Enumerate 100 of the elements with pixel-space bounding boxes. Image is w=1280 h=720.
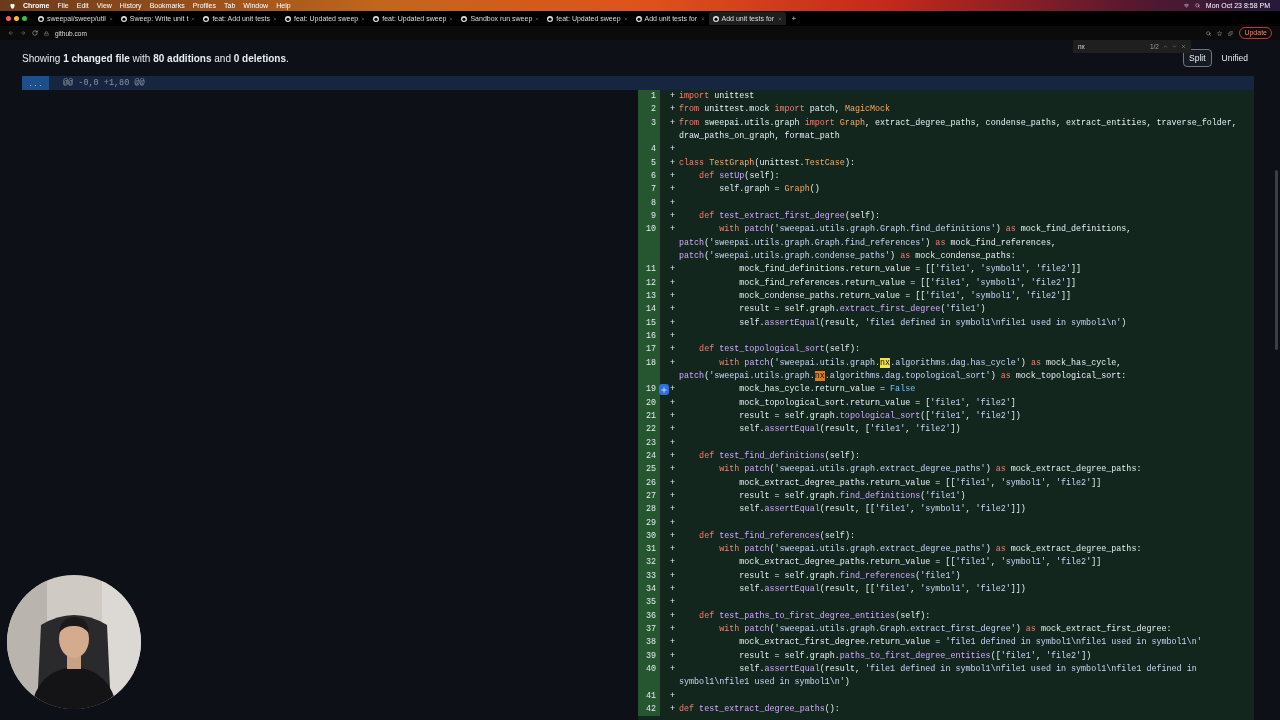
- line-number: 35: [638, 596, 660, 610]
- line-number: 37: [638, 623, 660, 637]
- diff-sign: +: [670, 516, 676, 530]
- diff-sign: +: [670, 476, 676, 490]
- close-icon[interactable]: [535, 16, 540, 21]
- close-icon[interactable]: [108, 16, 113, 21]
- line-number: 10: [638, 223, 660, 264]
- code-line: def test_find_references(self):: [698, 529, 856, 543]
- diff-sign: +: [670, 329, 676, 343]
- wifi-icon[interactable]: [1183, 3, 1189, 8]
- close-control[interactable]: [6, 16, 11, 21]
- diff-sign: +: [670, 569, 676, 583]
- diff-sign: +: [670, 156, 676, 170]
- close-icon[interactable]: [623, 16, 628, 21]
- github-icon: [712, 15, 719, 22]
- view-toggle[interactable]: Unified: [1215, 49, 1254, 67]
- code-line: mock_find_definitions.return_value = [['file1', 'symbol1', 'file2']]: [738, 263, 1083, 277]
- code-line: result = self.graph.find_definitions('file1'): [738, 489, 967, 503]
- back-icon[interactable]: [8, 30, 14, 36]
- diff-sign: +: [670, 596, 676, 610]
- apple-icon[interactable]: [10, 2, 15, 9]
- line-number: 19: [638, 383, 660, 397]
- forward-icon[interactable]: [20, 30, 26, 36]
- code-line: mock_has_cycle.return_value = False: [738, 383, 917, 397]
- code-line: def test_extract_degree_paths():: [679, 703, 841, 717]
- diff-sign: +: [670, 409, 676, 423]
- chevron-down-icon[interactable]: [1172, 44, 1177, 49]
- close-icon[interactable]: [449, 16, 454, 21]
- star-icon[interactable]: [1217, 30, 1223, 36]
- diff-sign: +: [670, 543, 676, 557]
- code-line: self.assertEqual(result, ['file1', 'file2']): [738, 423, 962, 437]
- scrollbar-thumb[interactable]: [1275, 170, 1278, 350]
- hunk-header: @@ -0,0 +1,80 @@: [63, 78, 145, 88]
- chevron-up-icon[interactable]: [1163, 44, 1168, 49]
- puzzle-icon[interactable]: [1228, 30, 1234, 36]
- line-number: 31: [638, 543, 660, 557]
- code-line: mock_find_references.return_value = [['file1', 'symbol1', 'file2']]: [738, 276, 1078, 290]
- diff-sign: +: [670, 209, 676, 223]
- diff-sign: +: [670, 263, 676, 277]
- diff-sign: +: [670, 503, 676, 517]
- close-icon[interactable]: [361, 16, 366, 21]
- code-line: mock_extract_degree_paths.return_value = [['file1', 'symbol1', 'file2']]: [738, 476, 1103, 490]
- code-line: from unittest.mock import patch, MagicMock: [679, 103, 892, 117]
- code-line: def test_find_definitions(self):: [698, 449, 861, 463]
- close-icon[interactable]: [1181, 44, 1186, 49]
- code-line: def test_paths_to_first_degree_entities(self):: [698, 609, 932, 623]
- expand-button[interactable]: ...: [22, 76, 49, 90]
- line-number: 4: [638, 143, 660, 157]
- line-number: 14: [638, 303, 660, 317]
- diff-sign: +: [670, 196, 676, 210]
- code-line: import unittest: [679, 90, 756, 103]
- diff-sign: +: [670, 609, 676, 623]
- diff-sign: +: [670, 663, 676, 677]
- code-line: mock_extract_degree_paths.return_value = [['file1', 'symbol1', 'file2']]: [738, 556, 1103, 570]
- code-line: self.assertEqual(result, [['file1', 'symbol1', 'file2']]): [738, 583, 1027, 597]
- code-line: with patch('sweepai.utils.graph.Graph.find_definitions') as mock_find_definitions, patch('sweepai.utils.graph.Graph.find_references') as mock_find_references, patch('sweepai.utils.graph.condense_paths') as mock_condense_paths:: [679, 223, 1133, 263]
- close-icon[interactable]: [700, 16, 705, 21]
- search-icon[interactable]: [1206, 30, 1212, 36]
- close-icon[interactable]: [777, 16, 782, 21]
- close-icon[interactable]: [191, 16, 196, 21]
- line-number: 11: [638, 263, 660, 277]
- line-number: 40: [638, 663, 660, 690]
- line-number: 28: [638, 503, 660, 517]
- diff-sign: +: [670, 183, 676, 197]
- github-icon: [38, 15, 44, 22]
- diff-sign: +: [670, 143, 676, 157]
- line-number: 7: [638, 183, 660, 197]
- add-comment-button[interactable]: [659, 384, 669, 396]
- diff-sign: +: [670, 436, 676, 450]
- line-number: 42: [638, 703, 660, 717]
- code-line: class TestGraph(unittest.TestCase):: [679, 156, 856, 170]
- code-line: result = self.graph.topological_sort(['file1', 'file2']): [738, 409, 1022, 423]
- diff-sign: +: [670, 689, 676, 703]
- code-line: result = self.graph.extract_first_degree('file1'): [738, 303, 987, 317]
- diff-sign: +: [670, 169, 676, 183]
- diff-sign: +: [670, 423, 676, 437]
- diff-sign: +: [670, 636, 676, 650]
- diff-sign: +: [670, 703, 676, 717]
- code-line: with patch('sweepai.utils.graph.extract_degree_paths') as mock_extract_degree_paths:: [718, 463, 1143, 477]
- diff-sign: +: [670, 396, 676, 410]
- diff-sign: +: [670, 316, 676, 330]
- minimize-control[interactable]: [14, 16, 19, 21]
- reload-icon[interactable]: [32, 30, 38, 36]
- diff-sign: +: [670, 276, 676, 290]
- code-line: mock_extract_first_degree.return_value = 'file1 defined in symbol1\nfile1 used in symbol1\n': [738, 636, 1203, 650]
- diff-sign: +: [670, 289, 676, 303]
- github-icon: [547, 15, 554, 22]
- code-line: self.assertEqual(result, 'file1 defined in symbol1\nfile1 used in symbol1\nfile1 defined in symbol1\nfile1 used in symbol1\n'): [679, 663, 1198, 690]
- diff-sign: +: [670, 529, 676, 543]
- code-line: def test_topological_sort(self):: [698, 343, 861, 357]
- diff-sign: +: [670, 623, 676, 637]
- zoom-control[interactable]: [22, 16, 27, 21]
- diff-sign: +: [670, 90, 676, 103]
- code-line: def setUp(self):: [698, 169, 781, 183]
- new-tab-button[interactable]: +: [791, 14, 797, 23]
- diff-sign: +: [670, 489, 676, 503]
- diff-sign: +: [670, 103, 676, 117]
- github-icon: [373, 15, 380, 22]
- lock-icon[interactable]: [44, 30, 49, 36]
- view-toggle[interactable]: Split: [1183, 49, 1212, 67]
